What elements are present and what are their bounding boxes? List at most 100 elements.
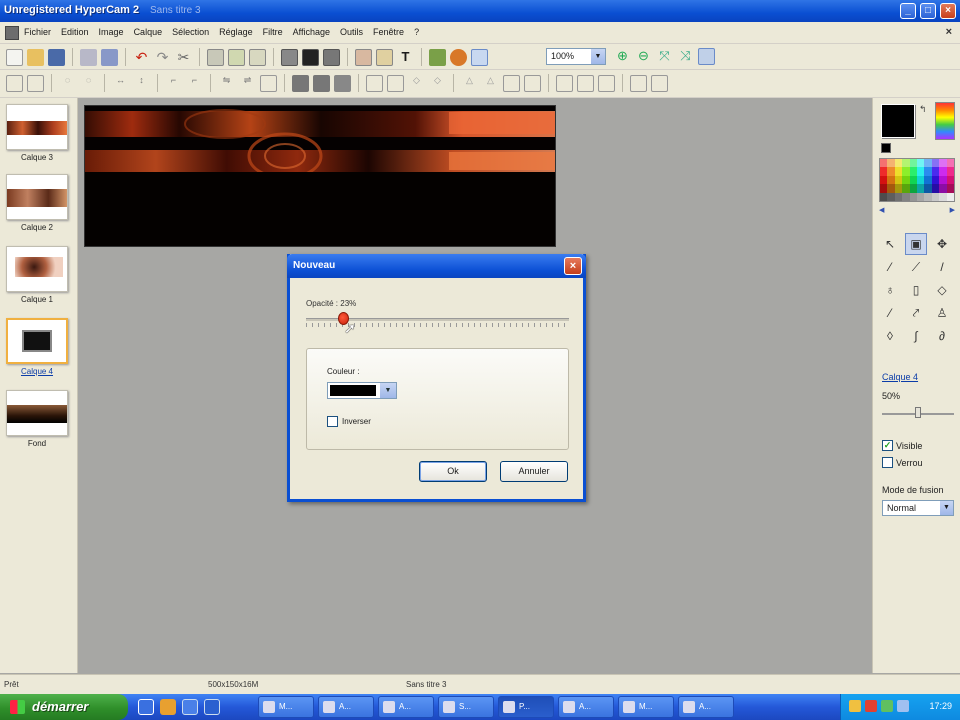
undo-icon[interactable]: ↶ (133, 49, 150, 66)
pen-icon[interactable]: ∫ (905, 325, 927, 347)
paste-new-icon[interactable] (249, 48, 266, 66)
taskbar-button[interactable]: M... (258, 696, 314, 718)
palette-swatch[interactable] (902, 184, 910, 193)
palette-swatch[interactable] (946, 159, 954, 168)
color-palette[interactable] (879, 158, 955, 202)
palette-swatch[interactable] (894, 167, 903, 176)
clipboard-icon[interactable] (376, 48, 393, 66)
invert-checkbox[interactable]: Inverser (327, 416, 371, 427)
frame-2-icon[interactable] (524, 74, 541, 92)
layer-opacity-slider[interactable] (882, 407, 954, 421)
cut-icon[interactable]: ✂ (175, 49, 192, 66)
palette-swatch[interactable] (946, 175, 954, 185)
tray-icon[interactable] (897, 700, 909, 712)
line-icon[interactable]: / (931, 256, 953, 278)
palette-swatch[interactable] (902, 175, 910, 185)
palette-swatch[interactable] (924, 184, 932, 193)
panel-2-icon[interactable] (577, 74, 594, 92)
palette-swatch[interactable] (894, 184, 903, 193)
actual-size-icon[interactable]: ⤨ (677, 48, 694, 65)
grid-icon[interactable] (260, 74, 277, 92)
palette-swatch[interactable] (880, 175, 888, 185)
palette-swatch[interactable] (887, 175, 895, 185)
palette-swatch[interactable] (894, 159, 903, 168)
select-rect-icon[interactable]: ◌ (59, 75, 76, 92)
chevron-down-icon[interactable]: ▼ (940, 501, 953, 515)
image-canvas[interactable] (84, 105, 556, 247)
palette-swatch[interactable] (939, 175, 947, 185)
layer-props-icon[interactable] (334, 74, 351, 92)
tray-icon[interactable] (865, 700, 877, 712)
eyedropper-icon[interactable]: ⁄ (879, 256, 901, 278)
taskbar-button[interactable]: M... (618, 696, 674, 718)
palette-swatch[interactable] (902, 167, 910, 176)
bucket-icon[interactable]: ▯ (905, 279, 927, 301)
selection-tool-icon[interactable]: ▣ (905, 233, 927, 255)
palette-swatch[interactable] (902, 192, 910, 201)
drop-2-icon[interactable]: ◇ (429, 75, 446, 92)
tray-icon[interactable] (849, 700, 861, 712)
slider-thumb[interactable] (915, 407, 921, 418)
layer-item[interactable]: Fond (6, 390, 68, 448)
palette-swatch[interactable] (894, 192, 903, 201)
layer-icon[interactable] (281, 48, 298, 66)
layer-up-icon[interactable] (292, 74, 309, 92)
print-icon[interactable] (80, 48, 97, 66)
plugin-icon[interactable] (429, 48, 446, 66)
transform-icon[interactable]: ⌐ (165, 75, 182, 92)
menu-item[interactable]: Image (99, 27, 124, 37)
palette-swatch[interactable] (917, 175, 925, 185)
triangle-2-icon[interactable]: △ (482, 75, 499, 92)
palette-swatch[interactable] (880, 159, 888, 168)
copy-icon[interactable] (207, 48, 224, 66)
layer-item-selected[interactable]: Calque 4 (6, 318, 68, 376)
palette-swatch[interactable] (902, 159, 910, 168)
minimize-button[interactable]: _ (900, 3, 916, 19)
palette-swatch[interactable] (924, 159, 932, 168)
tray-icon[interactable] (881, 700, 893, 712)
cancel-button[interactable]: Annuler (500, 461, 568, 482)
checkbox-box[interactable]: ✓ (882, 440, 893, 451)
merge-icon[interactable] (323, 48, 340, 66)
frame-icon[interactable] (503, 74, 520, 92)
taskbar-button[interactable]: P... (498, 696, 554, 718)
palette-swatch[interactable] (917, 184, 925, 193)
palette-swatch[interactable] (946, 167, 954, 176)
media-icon[interactable] (160, 699, 176, 715)
palette-swatch[interactable] (939, 184, 947, 193)
palette-swatch[interactable] (909, 184, 917, 193)
eraser-icon[interactable]: ◇ (931, 279, 953, 301)
layer-down-icon[interactable] (313, 74, 330, 92)
menu-item[interactable]: Réglage (219, 27, 253, 37)
foreground-color-swatch[interactable] (881, 104, 915, 138)
brush-b-icon[interactable] (387, 74, 404, 92)
layer-item[interactable]: Calque 3 (6, 104, 68, 162)
move-icon[interactable]: ↔ (112, 75, 129, 92)
palette-swatch[interactable] (909, 159, 917, 168)
palette-swatch[interactable] (931, 159, 940, 168)
zoom-out-icon[interactable]: ⊖ (635, 48, 652, 65)
palette-swatch[interactable] (894, 175, 903, 185)
document-icon[interactable] (5, 26, 19, 40)
palette-swatch[interactable] (924, 167, 932, 176)
document-close-icon[interactable]: × (946, 26, 952, 38)
wand-icon[interactable]: ⟋ (905, 256, 927, 278)
menu-item[interactable]: Affichage (293, 27, 330, 37)
menu-item[interactable]: Fichier (24, 27, 51, 37)
lock-checkbox[interactable]: Verrou (882, 457, 923, 468)
desktop-icon[interactable] (182, 699, 198, 715)
palette-swatch[interactable] (931, 175, 940, 185)
blur-icon[interactable]: ◊ (879, 325, 901, 347)
close-button[interactable]: × (940, 3, 956, 19)
zoom-select[interactable]: 100% ▼ (546, 48, 606, 65)
smudge-icon[interactable]: ♙ (931, 302, 953, 324)
brush-icon[interactable]: ⁄ (879, 302, 901, 324)
palette-swatch[interactable] (917, 192, 925, 201)
layer-item[interactable]: Calque 1 (6, 246, 68, 304)
palette-swatch[interactable] (887, 159, 895, 168)
mask-icon[interactable] (302, 48, 319, 66)
explorer-icon[interactable] (204, 699, 220, 715)
taskbar-button[interactable]: A... (558, 696, 614, 718)
menu-item[interactable]: Fenêtre (373, 27, 404, 37)
taskbar-button[interactable]: A... (678, 696, 734, 718)
